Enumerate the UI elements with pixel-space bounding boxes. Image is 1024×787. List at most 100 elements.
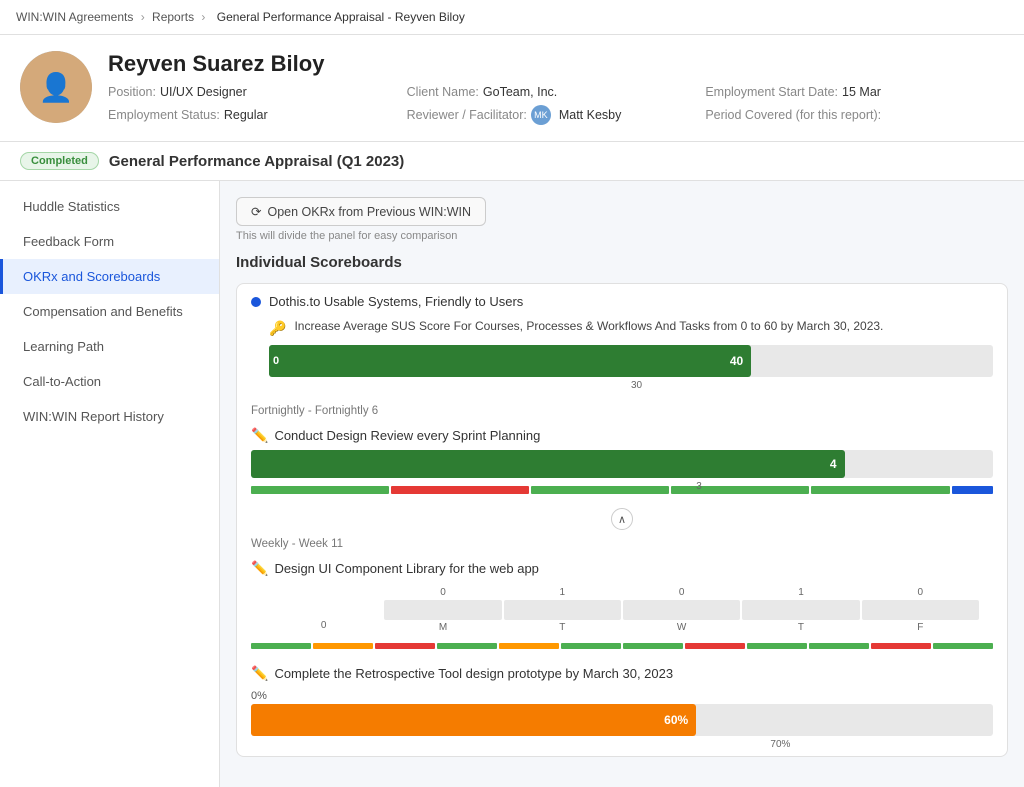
reviewer-avatar: MK: [531, 105, 551, 125]
sidebar: Huddle Statistics Feedback Form OKRx and…: [0, 181, 220, 787]
sidebar-item-huddle[interactable]: Huddle Statistics: [0, 189, 219, 224]
day-bar-W: [623, 600, 740, 620]
day-val-M: 0: [384, 587, 501, 598]
kr1-bar-label: 40: [730, 354, 743, 368]
reviewer-value: Matt Kesby: [559, 108, 622, 122]
wm-12: [933, 643, 993, 649]
breadcrumb-sep1: ›: [141, 10, 145, 24]
sidebar-item-cta[interactable]: Call-to-Action: [0, 364, 219, 399]
weekly-task-text: Design UI Component Library for the web …: [274, 561, 538, 576]
day-label-M: M: [384, 622, 501, 633]
pencil2-icon: ✏️: [251, 560, 268, 577]
fortnightly-bar-fill: 4: [251, 450, 845, 478]
reviewer-label: Reviewer / Facilitator:: [407, 108, 527, 122]
day-label-T1: T: [504, 622, 621, 633]
breadcrumb-reports[interactable]: Reports: [152, 10, 194, 24]
sidebar-item-learning[interactable]: Learning Path: [0, 329, 219, 364]
wm-6: [561, 643, 621, 649]
appraisal-title-bar: Completed General Performance Appraisal …: [0, 142, 1024, 181]
mini-bar-4: [671, 486, 809, 494]
wm-11: [871, 643, 931, 649]
kr2-task-text: Complete the Retrospective Tool design p…: [274, 666, 673, 681]
period-label: Period Covered (for this report):: [705, 108, 881, 122]
day-val-0: 0: [265, 620, 382, 631]
position-value: UI/UX Designer: [160, 85, 247, 99]
wm-9: [747, 643, 807, 649]
profile-header: 👤 Reyven Suarez Biloy Position: UI/UX De…: [0, 35, 1024, 142]
day-val-T2: 1: [742, 587, 859, 598]
client-value: GoTeam, Inc.: [483, 85, 557, 99]
kr1-marker: 30: [631, 380, 642, 391]
emp-start-label: Employment Start Date:: [705, 85, 838, 99]
day-bar-T1: [504, 600, 621, 620]
kr2-bar-fill: 60%: [251, 704, 696, 736]
emp-status-value: Regular: [224, 108, 268, 122]
wm-7: [623, 643, 683, 649]
day-bar-T2: [742, 600, 859, 620]
pencil3-icon: ✏️: [251, 665, 268, 682]
open-okr-button[interactable]: ⟳ Open OKRx from Previous WIN:WIN: [236, 197, 486, 226]
kr1-bar-container: 0 40 30: [269, 345, 993, 377]
breadcrumb-sep2: ›: [201, 10, 205, 24]
scroll-indicator[interactable]: ∧: [237, 504, 1007, 534]
kr1-bar-fill: 0 40: [269, 345, 751, 377]
day-col-M: 0 M: [384, 587, 501, 633]
sidebar-item-okrx[interactable]: OKRx and Scoreboards: [0, 259, 219, 294]
key-icon: 🔑: [269, 320, 286, 337]
day-label-W: W: [623, 622, 740, 633]
avatar: 👤: [20, 51, 92, 123]
kr2-marker: 70%: [770, 739, 790, 750]
mini-bar-6: [952, 486, 993, 494]
fortnightly-marker: 3: [696, 481, 702, 492]
wm-3: [375, 643, 435, 649]
wm-2: [313, 643, 373, 649]
kr2-task-row: ✏️ Complete the Retrospective Tool desig…: [237, 659, 1007, 688]
kr2-bar-label: 60%: [664, 713, 688, 727]
day-label-T2: T: [742, 622, 859, 633]
appraisal-title: General Performance Appraisal (Q1 2023): [109, 153, 404, 170]
main-layout: Huddle Statistics Feedback Form OKRx and…: [0, 181, 1024, 787]
weekly-task-row: ✏️ Design UI Component Library for the w…: [237, 554, 1007, 583]
sidebar-item-compensation[interactable]: Compensation and Benefits: [0, 294, 219, 329]
open-okr-label: Open OKRx from Previous WIN:WIN: [267, 205, 471, 219]
fortnightly-mini-bars: [237, 484, 1007, 496]
day-col-T2: 1 T: [742, 587, 859, 633]
day-col-0: 0: [265, 620, 382, 633]
scoreboards-title: Individual Scoreboards: [236, 254, 1008, 271]
day-col-T1: 1 T: [504, 587, 621, 633]
scroll-up-button[interactable]: ∧: [611, 508, 633, 530]
day-col-F: 0 F: [862, 587, 979, 633]
position-label: Position:: [108, 85, 156, 99]
fortnightly-bar-container: 4 3: [251, 450, 993, 478]
objective-dot: [251, 297, 261, 307]
content-area: ⟳ Open OKRx from Previous WIN:WIN This w…: [220, 181, 1024, 787]
day-bar-M: [384, 600, 501, 620]
wm-10: [809, 643, 869, 649]
mini-bar-3: [531, 486, 669, 494]
sidebar-item-feedback[interactable]: Feedback Form: [0, 224, 219, 259]
pencil-icon: ✏️: [251, 427, 268, 444]
fortnightly-bar-label: 4: [830, 457, 837, 471]
weekly-mini-bars: [237, 641, 1007, 651]
fortnightly-task-text: Conduct Design Review every Sprint Plann…: [274, 428, 540, 443]
emp-start-value: 15 Mar: [842, 85, 881, 99]
fortnightly-period: Fortnightly - Fortnightly 6: [237, 401, 1007, 421]
kr2-pct-start: 0%: [237, 688, 1007, 704]
status-badge: Completed: [20, 152, 99, 170]
day-col-W: 0 W: [623, 587, 740, 633]
kr2-bar-container: 60% 70%: [251, 704, 993, 736]
objective-text: Dothis.to Usable Systems, Friendly to Us…: [269, 294, 523, 309]
client-label: Client Name:: [407, 85, 479, 99]
emp-status-label: Employment Status:: [108, 108, 220, 122]
kr1-row: 🔑 Increase Average SUS Score For Courses…: [237, 315, 1007, 385]
breadcrumb-winwin[interactable]: WIN:WIN Agreements: [16, 10, 133, 24]
mini-bar-2: [391, 486, 529, 494]
day-label-F: F: [862, 622, 979, 633]
sidebar-item-history[interactable]: WIN:WIN Report History: [0, 399, 219, 434]
hint-text: This will divide the panel for easy comp…: [236, 230, 1008, 242]
weekly-period: Weekly - Week 11: [237, 534, 1007, 554]
weekly-bars: 0 0 M 1 T 0 W: [251, 583, 993, 637]
day-val-F: 0: [862, 587, 979, 598]
day-val-W: 0: [623, 587, 740, 598]
wm-4: [437, 643, 497, 649]
